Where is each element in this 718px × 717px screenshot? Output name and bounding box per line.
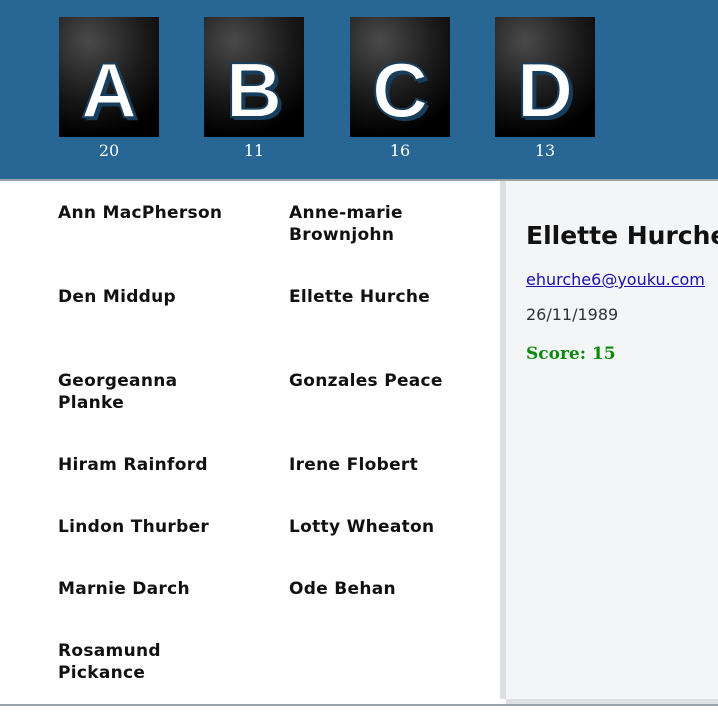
letter-tile-b[interactable]: B B 11	[204, 17, 304, 160]
svg-text:B: B	[226, 46, 282, 134]
person-item[interactable]: Anne-marie Brownjohn	[289, 202, 464, 246]
person-item[interactable]: Ode Behan	[289, 578, 464, 600]
detail-person-name: Ellette Hurche	[526, 221, 718, 250]
letter-d-count: 13	[534, 141, 556, 160]
people-list: Ann MacPherson Anne-marie Brownjohn Den …	[0, 181, 500, 704]
person-item[interactable]: Ann MacPherson	[58, 202, 233, 224]
letter-b-count: 11	[243, 141, 265, 160]
letter-tile-a[interactable]: A A 20	[59, 17, 159, 160]
letter-c-count: 16	[389, 141, 411, 160]
detail-email-link[interactable]: ehurche6@youku.com	[526, 270, 705, 289]
letter-a-icon[interactable]: A A	[59, 17, 159, 137]
svg-text:A: A	[81, 46, 137, 134]
svg-text:D: D	[517, 46, 573, 134]
person-item[interactable]: Den Middup	[58, 286, 233, 308]
detail-date-of-birth: 26/11/1989	[526, 305, 619, 324]
person-item[interactable]: Irene Flobert	[289, 454, 464, 476]
letter-filter-bar: A A 20 B B 11 C C 16 D D 13	[0, 0, 718, 181]
letter-a-count: 20	[98, 141, 120, 160]
person-item[interactable]: Georgeanna Planke	[58, 370, 233, 414]
person-item[interactable]: Rosamund Pickance	[58, 640, 233, 684]
person-item[interactable]: Lindon Thurber	[58, 516, 233, 538]
letter-tile-c[interactable]: C C 16	[350, 17, 450, 160]
person-item[interactable]: Gonzales Peace	[289, 370, 464, 392]
person-item-selected[interactable]: Ellette Hurche	[289, 286, 464, 308]
person-detail-panel: Ellette Hurche ehurche6@youku.com 26/11/…	[506, 181, 718, 699]
person-item[interactable]: Marnie Darch	[58, 578, 233, 600]
person-item[interactable]: Lotty Wheaton	[289, 516, 464, 538]
svg-text:C: C	[372, 46, 428, 134]
letter-tile-d[interactable]: D D 13	[495, 17, 595, 160]
person-item[interactable]: Hiram Rainford	[58, 454, 233, 476]
letter-b-icon[interactable]: B B	[204, 17, 304, 137]
letter-d-icon[interactable]: D D	[495, 17, 595, 137]
letter-c-icon[interactable]: C C	[350, 17, 450, 137]
detail-score: Score: 15	[526, 344, 616, 364]
bottom-divider	[0, 704, 718, 706]
